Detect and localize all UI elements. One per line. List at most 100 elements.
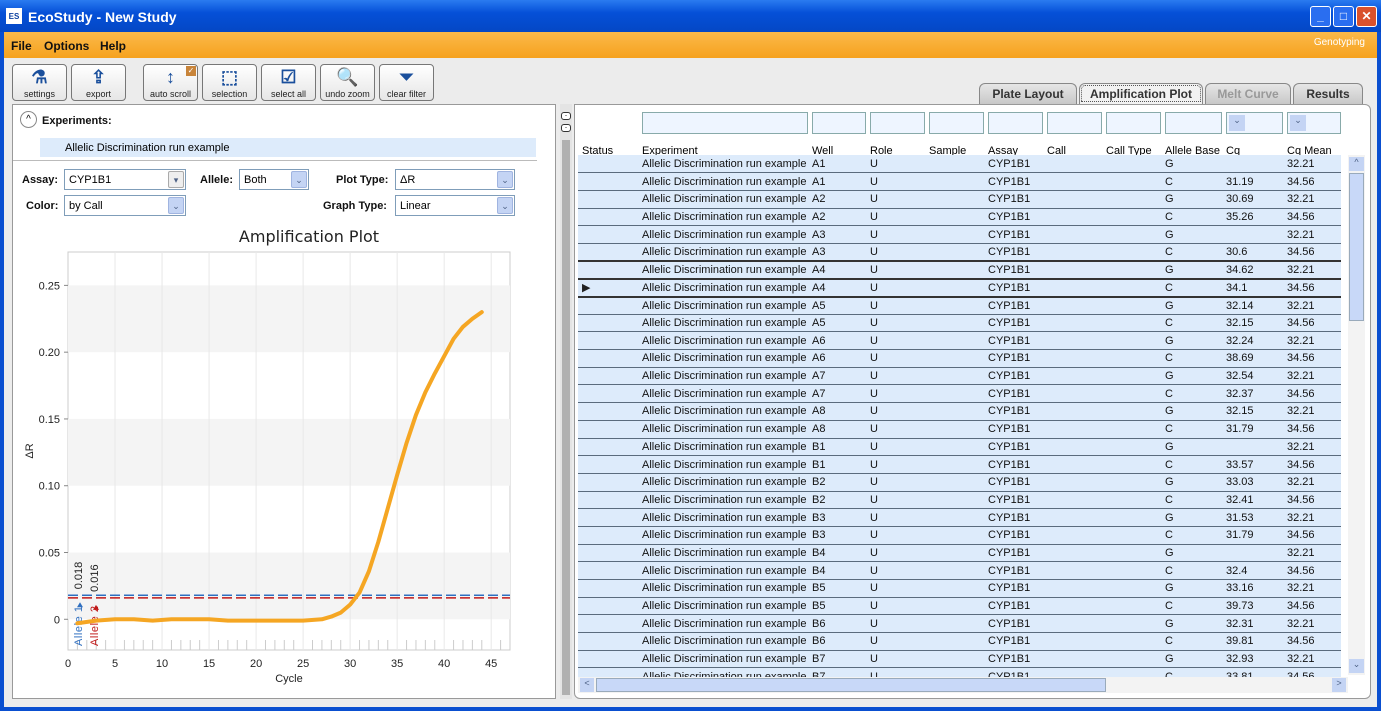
- cell-cq: 32.15: [1222, 402, 1283, 421]
- scrollbar-thumb[interactable]: [1349, 173, 1364, 321]
- cell-status: [578, 260, 638, 280]
- splitter[interactable]: - -: [560, 104, 572, 699]
- collapse-icon[interactable]: -: [561, 124, 571, 132]
- table-row[interactable]: Allelic Discrimination run example B4 U CYP…: [578, 544, 1341, 563]
- cell-cq-mean: 32.21: [1283, 225, 1341, 244]
- column-filter-input[interactable]: ⌄: [1226, 112, 1283, 134]
- cell-status: [578, 225, 638, 244]
- table-row[interactable]: Allelic Discrimination run example A1 U CYP…: [578, 155, 1341, 174]
- cell-sample: [925, 208, 984, 227]
- column-filter-input[interactable]: [870, 112, 925, 134]
- cell-assay: CYP1B1: [984, 296, 1043, 315]
- table-row[interactable]: Allelic Discrimination run example B7 U CYP…: [578, 667, 1341, 677]
- table-row[interactable]: Allelic Discrimination run example A6 U CYP…: [578, 331, 1341, 351]
- close-button[interactable]: ✕: [1356, 6, 1377, 27]
- table-row[interactable]: Allelic Discrimination run example A3 U CYP…: [578, 243, 1341, 262]
- cell-call: [1043, 296, 1102, 315]
- splitter-bar[interactable]: [562, 140, 570, 695]
- horizontal-scrollbar[interactable]: < >: [578, 677, 1348, 693]
- cell-allele-base: G: [1161, 579, 1222, 598]
- table-row[interactable]: Allelic Discrimination run example A4 U CYP…: [578, 260, 1341, 280]
- scroll-right-icon[interactable]: >: [1332, 678, 1346, 692]
- tab-results[interactable]: Results: [1293, 83, 1363, 104]
- table-row[interactable]: Allelic Discrimination run example B5 U CYP…: [578, 597, 1341, 616]
- maximize-button[interactable]: □: [1333, 6, 1354, 27]
- table-row[interactable]: Allelic Discrimination run example A5 U CYP…: [578, 314, 1341, 333]
- cell-well: B2: [808, 491, 866, 510]
- table-row[interactable]: Allelic Discrimination run example B1 U CYP…: [578, 438, 1341, 457]
- minimize-button[interactable]: _: [1310, 6, 1331, 27]
- table-row[interactable]: Allelic Discrimination run example B2 U CYP…: [578, 491, 1341, 510]
- table-row[interactable]: ▶ Allelic Discrimination run example A4 U CY…: [578, 277, 1341, 298]
- scroll-up-icon[interactable]: ^: [1349, 157, 1364, 171]
- table-row[interactable]: Allelic Discrimination run example B2 U CYP…: [578, 473, 1341, 492]
- table-row[interactable]: Allelic Discrimination run example A5 U CYP…: [578, 296, 1341, 315]
- cell-allele-base: C: [1161, 561, 1222, 580]
- table-row[interactable]: Allelic Discrimination run example A7 U CYP…: [578, 384, 1341, 404]
- cell-cq: [1222, 544, 1283, 563]
- cell-assay: CYP1B1: [984, 597, 1043, 616]
- chevron-down-icon[interactable]: ⌄: [1229, 115, 1245, 131]
- table-row[interactable]: Allelic Discrimination run example A1 U CYP…: [578, 172, 1341, 191]
- cell-experiment: Allelic Discrimination run example: [638, 314, 808, 333]
- table-row[interactable]: Allelic Discrimination run example A2 U CYP…: [578, 208, 1341, 227]
- cell-sample: [925, 561, 984, 580]
- scroll-down-icon[interactable]: ⌄: [1349, 659, 1364, 673]
- tab-melt-curve[interactable]: Melt Curve: [1205, 83, 1291, 104]
- cell-cq-mean: 32.21: [1283, 155, 1341, 174]
- column-filter-input[interactable]: [642, 112, 808, 134]
- chevron-down-icon[interactable]: ⌄: [1290, 115, 1306, 131]
- tab-amplification-plot[interactable]: Amplification Plot: [1079, 83, 1203, 104]
- table-row[interactable]: Allelic Discrimination run example A7 U CYP…: [578, 367, 1341, 386]
- cell-call-type: [1102, 508, 1161, 527]
- amplification-chart[interactable]: Amplification Plot 0 5 10 15 20 25 30 35 40 45 0 0.0…: [4, 32, 564, 707]
- tab-plate-layout[interactable]: Plate Layout: [979, 83, 1077, 104]
- cell-cq: 35.26: [1222, 208, 1283, 227]
- table-row[interactable]: Allelic Discrimination run example B6 U CYP…: [578, 632, 1341, 651]
- cell-experiment: Allelic Discrimination run example: [638, 508, 808, 527]
- column-filter-input[interactable]: [1165, 112, 1222, 134]
- scrollbar-thumb[interactable]: [596, 678, 1106, 692]
- cell-status: ▶: [578, 277, 638, 298]
- cell-sample: [925, 260, 984, 280]
- x-tick-label: 35: [391, 658, 403, 670]
- cell-allele-base: G: [1161, 367, 1222, 386]
- table-row[interactable]: Allelic Discrimination run example A8 U CYP…: [578, 402, 1341, 421]
- scroll-left-icon[interactable]: <: [580, 678, 594, 692]
- table-row[interactable]: Allelic Discrimination run example B1 U CYP…: [578, 455, 1341, 474]
- column-filter-input[interactable]: [929, 112, 984, 134]
- cell-experiment: Allelic Discrimination run example: [638, 402, 808, 421]
- column-filter-input[interactable]: [812, 112, 866, 134]
- table-row[interactable]: Allelic Discrimination run example A2 U CYP…: [578, 190, 1341, 209]
- cell-call-type: [1102, 190, 1161, 209]
- table-row[interactable]: Allelic Discrimination run example B6 U CYP…: [578, 614, 1341, 634]
- cell-well: A8: [808, 402, 866, 421]
- cell-status: [578, 190, 638, 209]
- table-row[interactable]: Allelic Discrimination run example B5 U CYP…: [578, 579, 1341, 598]
- table-row[interactable]: Allelic Discrimination run example B3 U CYP…: [578, 508, 1341, 527]
- table-row[interactable]: Allelic Discrimination run example B3 U CYP…: [578, 526, 1341, 545]
- collapse-icon[interactable]: -: [561, 112, 571, 120]
- cell-cq: 32.24: [1222, 331, 1283, 351]
- table-row[interactable]: Allelic Discrimination run example B4 U CYP…: [578, 561, 1341, 580]
- cell-call: [1043, 277, 1102, 298]
- cell-sample: [925, 243, 984, 262]
- column-filter-input[interactable]: [1106, 112, 1161, 134]
- cell-well: A6: [808, 331, 866, 351]
- table-row[interactable]: Allelic Discrimination run example B7 U CYP…: [578, 650, 1341, 669]
- cell-experiment: Allelic Discrimination run example: [638, 667, 808, 677]
- cell-call: [1043, 667, 1102, 677]
- column-filter-input[interactable]: ⌄: [1287, 112, 1341, 134]
- cell-allele-base: G: [1161, 614, 1222, 634]
- cell-status: [578, 597, 638, 616]
- cell-sample: [925, 614, 984, 634]
- vertical-scrollbar[interactable]: ^ ⌄: [1348, 155, 1365, 675]
- table-row[interactable]: Allelic Discrimination run example A8 U CYP…: [578, 420, 1341, 439]
- table-row[interactable]: Allelic Discrimination run example A3 U CYP…: [578, 225, 1341, 244]
- table-row[interactable]: Allelic Discrimination run example A6 U CYP…: [578, 349, 1341, 368]
- cell-experiment: Allelic Discrimination run example: [638, 561, 808, 580]
- column-filter-input[interactable]: [1047, 112, 1102, 134]
- cell-status: [578, 172, 638, 191]
- cell-cq: 33.16: [1222, 579, 1283, 598]
- column-filter-input[interactable]: [988, 112, 1043, 134]
